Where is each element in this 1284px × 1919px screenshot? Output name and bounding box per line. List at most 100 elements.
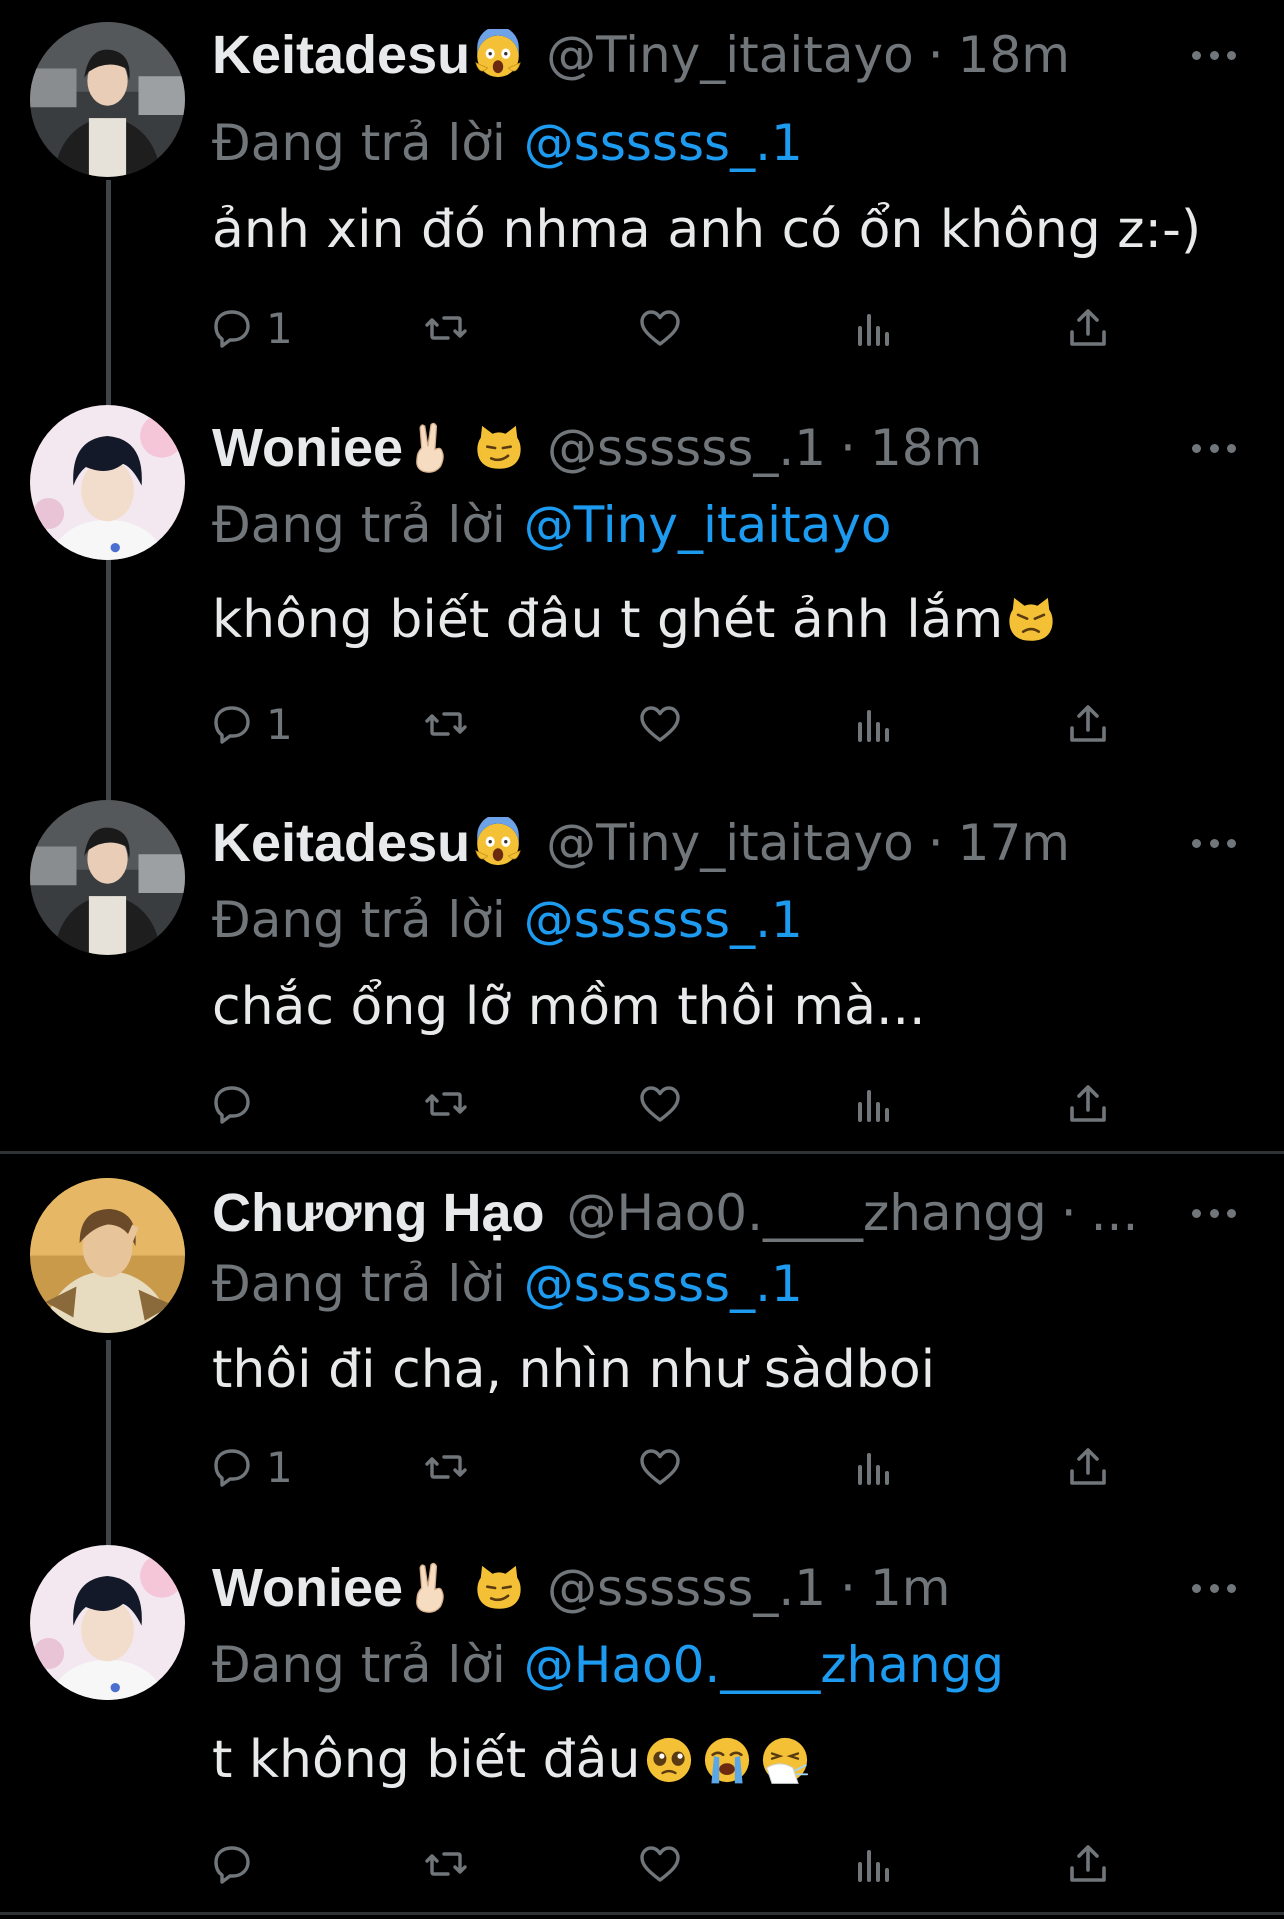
timestamp[interactable]: 1m bbox=[870, 1553, 951, 1623]
ellipsis-icon[interactable] bbox=[1192, 808, 1236, 878]
share-upload-icon bbox=[1070, 1085, 1106, 1122]
ellipsis-icon[interactable] bbox=[1192, 1178, 1236, 1248]
replying-to-label: Đang trả lời bbox=[212, 891, 506, 949]
share-button[interactable] bbox=[1064, 694, 1112, 754]
retweet-button[interactable] bbox=[422, 1074, 470, 1134]
retweet-icon bbox=[425, 712, 467, 736]
keita-avatar bbox=[30, 22, 185, 177]
tweet-text-content: chắc ổng lỡ mồm thôi mà... bbox=[212, 977, 926, 1037]
action-bar: 1 bbox=[208, 1437, 1108, 1497]
ellipsis-icon[interactable] bbox=[1192, 1553, 1236, 1623]
retweet-icon bbox=[425, 1852, 467, 1876]
tweet-text-content: ảnh xin đó nhma anh có ổn không z:-) bbox=[212, 200, 1202, 260]
mention-link[interactable]: @Tiny_itaitayo bbox=[524, 496, 892, 554]
ellipsis-icon[interactable] bbox=[1192, 413, 1236, 483]
heart-icon bbox=[640, 1086, 680, 1122]
share-upload-icon bbox=[1070, 1845, 1106, 1882]
username-handle[interactable]: @ssssss_.1 bbox=[547, 1553, 826, 1623]
retweet-button[interactable] bbox=[422, 694, 470, 754]
retweet-button[interactable] bbox=[422, 1437, 470, 1497]
display-name[interactable]: Keitadesu bbox=[212, 808, 470, 878]
replying-to: Đang trả lời @Hao0.____zhangg bbox=[212, 1630, 1004, 1700]
bar-chart-icon bbox=[858, 314, 889, 346]
mention-link[interactable]: @Hao0.____zhangg bbox=[524, 1636, 1004, 1694]
avatar[interactable] bbox=[30, 1545, 185, 1700]
reply-button[interactable]: 1 bbox=[208, 298, 293, 358]
views-button[interactable] bbox=[850, 1437, 898, 1497]
heart-icon bbox=[640, 706, 680, 742]
heart-icon bbox=[640, 1846, 680, 1882]
loudly-crying-face-emoji bbox=[701, 1734, 753, 1786]
username-handle[interactable]: @ssssss_.1 bbox=[547, 413, 826, 483]
bar-chart-icon bbox=[858, 710, 889, 742]
timestamp[interactable]: 18m bbox=[870, 413, 982, 483]
share-upload-icon bbox=[1070, 1448, 1106, 1485]
bottom-divider bbox=[0, 1912, 1284, 1915]
avatar[interactable] bbox=[30, 405, 185, 560]
display-name[interactable]: Keitadesu bbox=[212, 20, 470, 90]
display-name[interactable]: Woniee bbox=[212, 1553, 403, 1623]
tweet-header: Keitadesu @Tiny_itaitayo · 18m bbox=[212, 20, 1070, 90]
keita-avatar bbox=[30, 800, 185, 955]
like-button[interactable] bbox=[636, 1437, 684, 1497]
speech-bubble-icon bbox=[214, 310, 250, 348]
thread-connector bbox=[106, 560, 111, 800]
like-button[interactable] bbox=[636, 1834, 684, 1894]
hao-avatar bbox=[30, 1178, 185, 1333]
ellipsis-icon[interactable] bbox=[1192, 20, 1236, 90]
reply-button[interactable]: 1 bbox=[208, 694, 293, 754]
tweet-text: ảnh xin đó nhma anh có ổn không z:-) bbox=[212, 195, 1201, 265]
pouting-cat-emoji bbox=[1005, 594, 1057, 646]
speech-bubble-icon bbox=[214, 1846, 250, 1884]
tweet-text: thôi đi cha, nhìn như sàdboi bbox=[212, 1335, 935, 1405]
reply-button[interactable] bbox=[208, 1074, 266, 1134]
reply-button[interactable] bbox=[208, 1834, 266, 1894]
share-button[interactable] bbox=[1064, 1074, 1112, 1134]
woniee-avatar bbox=[30, 405, 185, 560]
username-handle[interactable]: @Hao0.____zhangg bbox=[566, 1178, 1046, 1248]
like-button[interactable] bbox=[636, 298, 684, 358]
action-bar: 1 bbox=[208, 694, 1108, 754]
like-button[interactable] bbox=[636, 694, 684, 754]
thread-connector bbox=[106, 1340, 111, 1545]
avatar[interactable] bbox=[30, 1178, 185, 1333]
retweet-button[interactable] bbox=[422, 1834, 470, 1894]
replying-to: Đang trả lời @ssssss_.1 bbox=[212, 108, 803, 178]
avatar[interactable] bbox=[30, 22, 185, 177]
replying-to-label: Đang trả lời bbox=[212, 1255, 506, 1313]
reply-button[interactable]: 1 bbox=[208, 1437, 293, 1497]
replying-to: Đang trả lời @ssssss_.1 bbox=[212, 1249, 803, 1319]
username-handle[interactable]: @Tiny_itaitayo bbox=[546, 20, 914, 90]
mention-link[interactable]: @ssssss_.1 bbox=[524, 891, 803, 949]
display-name[interactable]: Chương Hạo bbox=[212, 1178, 544, 1248]
share-button[interactable] bbox=[1064, 298, 1112, 358]
views-button[interactable] bbox=[850, 298, 898, 358]
timestamp[interactable]: ... bbox=[1091, 1178, 1139, 1248]
mention-link[interactable]: @ssssss_.1 bbox=[524, 1255, 803, 1313]
like-button[interactable] bbox=[636, 1074, 684, 1134]
tweet-text: t không biết đâu bbox=[212, 1725, 811, 1795]
share-button[interactable] bbox=[1064, 1834, 1112, 1894]
pleading-face-emoji bbox=[643, 1734, 695, 1786]
views-button[interactable] bbox=[850, 1074, 898, 1134]
reply-count: 1 bbox=[266, 303, 293, 353]
separator-dot: · bbox=[840, 419, 856, 477]
timestamp[interactable]: 18m bbox=[958, 20, 1070, 90]
reply-count: 1 bbox=[266, 1442, 293, 1492]
timestamp[interactable]: 17m bbox=[958, 808, 1070, 878]
display-name[interactable]: Woniee bbox=[212, 413, 403, 483]
replying-to: Đang trả lời @Tiny_itaitayo bbox=[212, 490, 891, 560]
tweet-header: Woniee @ssssss_.1 · 1m bbox=[212, 1553, 950, 1623]
thread-connector bbox=[106, 180, 111, 405]
retweet-button[interactable] bbox=[422, 298, 470, 358]
share-upload-icon bbox=[1070, 705, 1106, 742]
share-button[interactable] bbox=[1064, 1437, 1112, 1497]
heart-icon bbox=[640, 310, 680, 346]
username-handle[interactable]: @Tiny_itaitayo bbox=[546, 808, 914, 878]
tweet-text-content: t không biết đâu bbox=[212, 1730, 641, 1790]
views-button[interactable] bbox=[850, 694, 898, 754]
views-button[interactable] bbox=[850, 1834, 898, 1894]
avatar[interactable] bbox=[30, 800, 185, 955]
bar-chart-icon bbox=[858, 1850, 889, 1882]
mention-link[interactable]: @ssssss_.1 bbox=[524, 114, 803, 172]
